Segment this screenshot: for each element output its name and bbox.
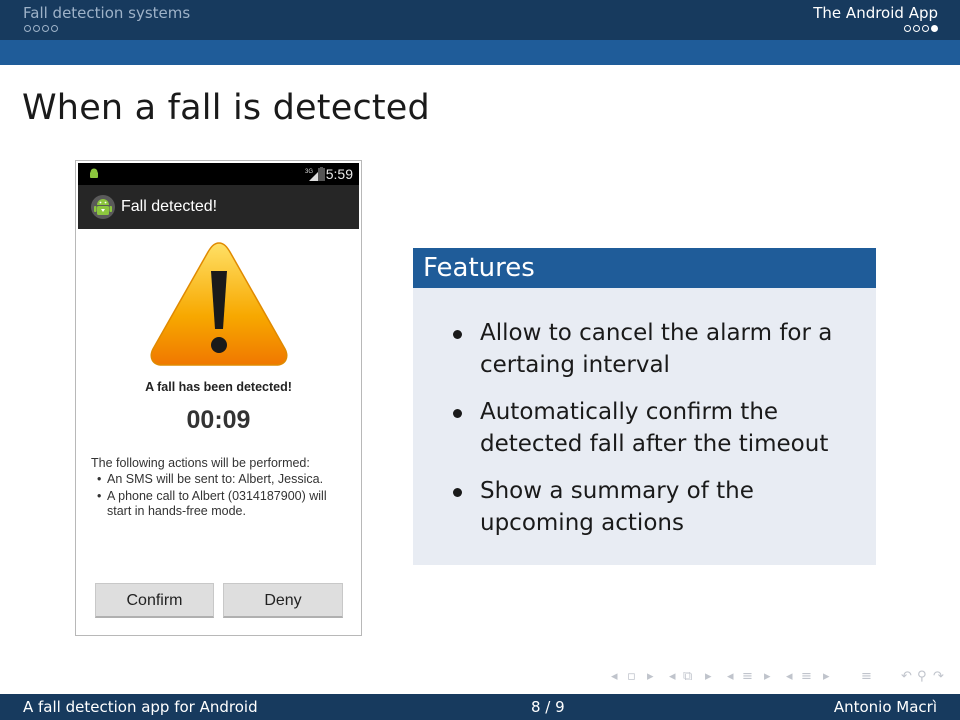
phone-app-bar: Fall detected! [78, 185, 359, 229]
next-subsection-icon[interactable]: ▸ [764, 669, 771, 684]
nav-dot[interactable] [904, 25, 911, 32]
app-title: Fall detected! [121, 198, 218, 215]
frame-title: When a fall is detected [22, 88, 430, 128]
nav-dot[interactable] [922, 25, 929, 32]
battery-icon [318, 167, 325, 181]
bullet-icon [453, 409, 462, 418]
countdown-timer: 00:09 [186, 406, 251, 434]
header-band [0, 40, 960, 65]
bullet-icon [453, 330, 462, 339]
warning-icon [150, 242, 288, 366]
nav-dot[interactable] [51, 25, 58, 32]
nav-dots-right [904, 25, 938, 32]
android-notification-icon [90, 168, 98, 178]
search-icon[interactable]: ⚲ [917, 669, 927, 684]
page-number: 8 / 9 [531, 698, 565, 716]
feature-text: Automatically confirm the detected fall … [480, 399, 829, 457]
android-app-icon [91, 195, 115, 219]
nav-section-android-app[interactable]: The Android App [813, 4, 938, 22]
nav-dot[interactable] [42, 25, 49, 32]
bullet-icon [453, 488, 462, 497]
list-item: • A phone call to Albert (0314187900) wil… [92, 489, 347, 519]
beamer-navigation-symbols: ◂ ▫ ▸ ◂ ⧉ ▸ ◂ ≡ ▸ ◂ ≡ ▸ ≡ ↶ ⚲ ↷ [611, 669, 951, 691]
subsection-icon[interactable]: ≡ [742, 669, 753, 684]
bullet-icon: • [97, 472, 102, 486]
nav-dots-left [24, 25, 58, 32]
footer-author: Antonio Macrì [833, 698, 937, 716]
list-item: Automatically confirm the detected fall … [453, 396, 853, 460]
feature-text: Show a summary of the upcoming actions [480, 478, 754, 536]
phone-status-bar: 3G 5:59 [78, 163, 359, 185]
nav-dot[interactable] [913, 25, 920, 32]
list-item: • An SMS will be sent to: Albert, Jessica… [92, 472, 347, 487]
features-block-title: Features [413, 248, 876, 288]
features-block-body: Allow to cancel the alarm for a certaing… [413, 288, 876, 565]
feature-text: Allow to cancel the alarm for a certaing… [480, 320, 833, 378]
action-text: An SMS will be sent to: Albert, Jessica. [107, 472, 324, 486]
prev-subsection-icon[interactable]: ◂ [727, 669, 734, 684]
section-icon[interactable]: ≡ [801, 669, 812, 684]
nav-section-fall-detection-systems[interactable]: Fall detection systems [23, 4, 190, 22]
fall-detected-message: A fall has been detected! [145, 380, 292, 394]
action-text: A phone call to Albert (0314187900) will… [107, 489, 327, 518]
next-frame-icon[interactable]: ▸ [705, 669, 712, 684]
frame-icon[interactable]: ⧉ [683, 669, 692, 684]
prev-frame-icon[interactable]: ◂ [669, 669, 676, 684]
footer-bar: A fall detection app for Android 8 / 9 A… [0, 694, 960, 720]
phone-screenshot: 3G 5:59 Fall detected! A fall has been d… [75, 160, 362, 636]
list-item: Allow to cancel the alarm for a certaing… [453, 317, 853, 381]
list-item: Show a summary of the upcoming actions [453, 475, 853, 539]
next-section-icon[interactable]: ▸ [823, 669, 830, 684]
footer-title: A fall detection app for Android [23, 698, 258, 716]
appendix-icon[interactable]: ≡ [861, 669, 872, 684]
features-list: Allow to cancel the alarm for a certaing… [453, 317, 853, 554]
actions-heading: The following actions will be performed: [91, 456, 310, 470]
nav-dot[interactable] [33, 25, 40, 32]
svg-text:3G: 3G [305, 169, 313, 175]
back-icon[interactable]: ↶ [901, 669, 912, 684]
prev-slide-icon[interactable]: ◂ [611, 669, 618, 684]
status-time: 5:59 [325, 166, 353, 182]
bullet-icon: • [97, 489, 102, 503]
slide-icon[interactable]: ▫ [627, 669, 636, 684]
prev-section-icon[interactable]: ◂ [786, 669, 793, 684]
forward-icon[interactable]: ↷ [933, 669, 944, 684]
confirm-button[interactable]: Confirm [95, 583, 214, 618]
deny-button[interactable]: Deny [223, 583, 343, 618]
nav-dot[interactable] [24, 25, 31, 32]
actions-list: • An SMS will be sent to: Albert, Jessica… [92, 472, 347, 521]
next-slide-icon[interactable]: ▸ [647, 669, 654, 684]
header-bar: Fall detection systems The Android App [0, 0, 960, 40]
nav-dot-current[interactable] [931, 25, 938, 32]
